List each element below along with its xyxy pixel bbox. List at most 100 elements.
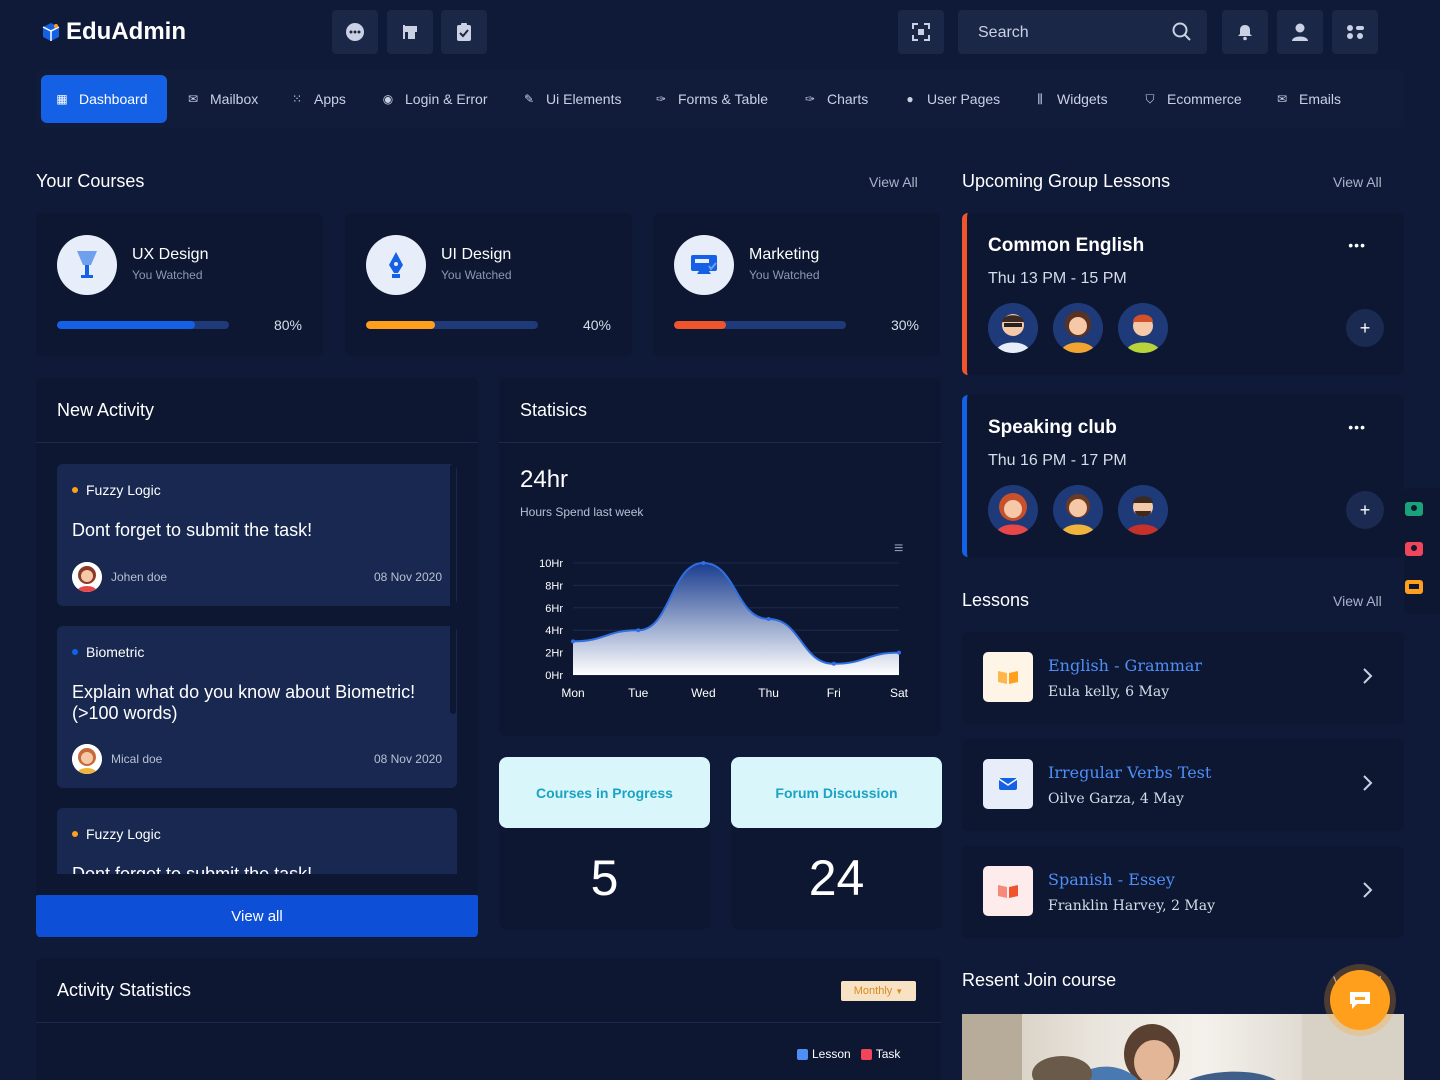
lesson-icon-wrap xyxy=(983,866,1033,916)
caret-down-icon: ▼ xyxy=(895,986,904,996)
lesson-item[interactable]: Irregular Verbs Test Oilve Garza, 4 May xyxy=(962,739,1404,831)
profile-button[interactable] xyxy=(1277,10,1323,54)
lesson-icon-wrap xyxy=(983,652,1033,702)
camera-button[interactable] xyxy=(1405,502,1423,516)
nav-dashboard[interactable]: ▦ Dashboard xyxy=(41,75,167,123)
activity-tag: Fuzzy Logic xyxy=(72,482,161,498)
nav-login-error[interactable]: ◉ Login & Error xyxy=(367,75,501,123)
forum-discussion-card[interactable]: Forum Discussion 24 xyxy=(731,757,942,930)
activity-message: Explain what do you know about Biometric… xyxy=(72,682,416,723)
chevron-right-icon[interactable] xyxy=(1360,666,1374,686)
statistics-value: 24hr xyxy=(520,466,569,493)
group-lesson-time: Thu 16 PM - 17 PM xyxy=(988,452,1127,469)
activity-item[interactable]: Biometric Explain what do you know about… xyxy=(57,626,457,788)
nav-widgets[interactable]: ⫼ Widgets xyxy=(1019,75,1122,123)
dashboard-icon: ▦ xyxy=(56,92,68,106)
clipboard-button[interactable] xyxy=(441,10,487,54)
courses-view-all[interactable]: View All xyxy=(869,174,918,190)
flag-icon xyxy=(403,25,417,39)
y-tick-label: 8Hr xyxy=(545,580,563,592)
edit-icon: ✎ xyxy=(523,92,535,106)
lesson-item[interactable]: Spanish - Essey Franklin Harvey, 2 May xyxy=(962,846,1404,938)
x-tick-label: Sat xyxy=(890,686,909,700)
group-lessons-title: Upcoming Group Lessons xyxy=(962,171,1171,191)
series-area xyxy=(573,563,899,675)
nav-ui-elements[interactable]: ✎ Ui Elements xyxy=(508,75,635,123)
brand-logo[interactable]: EduAdmin xyxy=(40,18,186,46)
legend-item-lesson[interactable]: Lesson xyxy=(797,1047,851,1061)
lesson-item[interactable]: English - Grammar Eula kelly, 6 May xyxy=(962,632,1404,724)
courses-in-progress-card[interactable]: Courses in Progress 5 xyxy=(499,757,710,930)
flag-button[interactable] xyxy=(387,10,433,54)
activity-item[interactable]: Fuzzy Logic Dont forget to submit the ta… xyxy=(57,464,457,606)
activity-author: Johen doe xyxy=(111,570,168,584)
photo-button[interactable] xyxy=(1405,542,1423,556)
scrollbar[interactable] xyxy=(450,464,456,714)
lessons-view-all[interactable]: View All xyxy=(1333,593,1382,609)
nav-emails[interactable]: ✉ Emails xyxy=(1261,75,1355,123)
lesson-title: Spanish - Essey xyxy=(1048,870,1175,889)
chat-dock-button[interactable] xyxy=(1405,580,1423,594)
panel-header: Statisics xyxy=(499,378,941,443)
nav-user-pages[interactable]: ● User Pages xyxy=(889,75,1014,123)
add-participant-button[interactable]: + xyxy=(1346,491,1384,529)
user-icon xyxy=(1292,23,1308,41)
participant-avatars xyxy=(988,485,1168,535)
chat-bubble-icon xyxy=(1350,992,1370,1009)
lesson-sub: Franklin Harvey, 2 May xyxy=(1048,898,1216,914)
more-icon[interactable]: ••• xyxy=(1348,419,1366,435)
settings-button[interactable] xyxy=(1332,10,1378,54)
course-card-marketing[interactable]: Marketing You Watched 30% xyxy=(653,213,940,356)
activity-scroll[interactable]: Fuzzy Logic Dont forget to submit the ta… xyxy=(36,444,478,874)
activity-item[interactable]: Fuzzy Logic Dont forget to submit the ta… xyxy=(57,808,457,874)
clipboard-check-icon xyxy=(457,23,471,41)
legend-item-task[interactable]: Task xyxy=(860,1047,900,1061)
monthly-dropdown[interactable]: Monthly ▼ xyxy=(841,981,916,1001)
search-icon[interactable] xyxy=(1172,22,1192,42)
nav-charts[interactable]: ✑ Charts xyxy=(789,75,882,123)
activity-message: Dont forget to submit the task! xyxy=(72,864,313,874)
chat-button[interactable] xyxy=(332,10,378,54)
circle-icon: ◉ xyxy=(382,92,394,106)
students-photo-illustration xyxy=(962,1014,1404,1080)
nav-label: Login & Error xyxy=(405,91,488,107)
tag-label: Fuzzy Logic xyxy=(86,482,161,498)
group-lesson-card[interactable]: Speaking club Thu 16 PM - 17 PM ••• + xyxy=(962,395,1404,557)
group-lessons-view-all[interactable]: View All xyxy=(1333,174,1382,190)
panel-header: Activity Statistics xyxy=(36,958,941,1023)
course-name: UX Design xyxy=(132,246,209,263)
search-input[interactable]: Search xyxy=(978,24,1029,42)
course-sub: You Watched xyxy=(441,268,512,282)
basket-icon: ⛉ xyxy=(1145,91,1155,106)
nav-apps[interactable]: ⁙ Apps xyxy=(276,75,360,123)
chevron-right-icon[interactable] xyxy=(1360,880,1374,900)
course-name: UI Design xyxy=(441,246,512,263)
tag-label: Biometric xyxy=(86,644,145,660)
add-participant-button[interactable]: + xyxy=(1346,309,1384,347)
activity-view-all-button[interactable]: View all xyxy=(36,895,478,937)
nav-ecommerce[interactable]: ⛉ Ecommerce xyxy=(1129,75,1256,123)
course-card-ui[interactable]: UI Design You Watched 40% xyxy=(345,213,632,356)
nav-forms-table[interactable]: ✑ Forms & Table xyxy=(640,75,782,123)
chevron-right-icon[interactable] xyxy=(1360,773,1374,793)
more-icon[interactable]: ••• xyxy=(1348,237,1366,253)
y-tick-label: 4Hr xyxy=(545,625,563,637)
lesson-title: Irregular Verbs Test xyxy=(1048,763,1212,782)
courses-title: Your Courses xyxy=(36,171,145,191)
nav-label: Dashboard xyxy=(79,91,148,107)
y-tick-label: 6Hr xyxy=(545,603,563,615)
group-lesson-card[interactable]: Common English Thu 13 PM - 15 PM ••• + xyxy=(962,213,1404,375)
notifications-button[interactable] xyxy=(1222,10,1268,54)
floating-chat-button[interactable] xyxy=(1330,970,1390,1030)
avatar xyxy=(988,485,1038,535)
course-progress-bar xyxy=(366,321,538,329)
course-card-ux[interactable]: UX Design You Watched 80% xyxy=(36,213,323,356)
nav-mailbox[interactable]: ✉ Mailbox xyxy=(172,75,272,123)
fullscreen-button[interactable] xyxy=(898,10,944,54)
activity-message: Dont forget to submit the task! xyxy=(72,520,313,540)
book-icon xyxy=(998,671,1018,684)
lesson-icon-wrap xyxy=(983,759,1033,809)
data-point xyxy=(636,628,641,633)
nav-label: Widgets xyxy=(1057,91,1108,107)
search-box[interactable]: Search xyxy=(958,10,1207,54)
